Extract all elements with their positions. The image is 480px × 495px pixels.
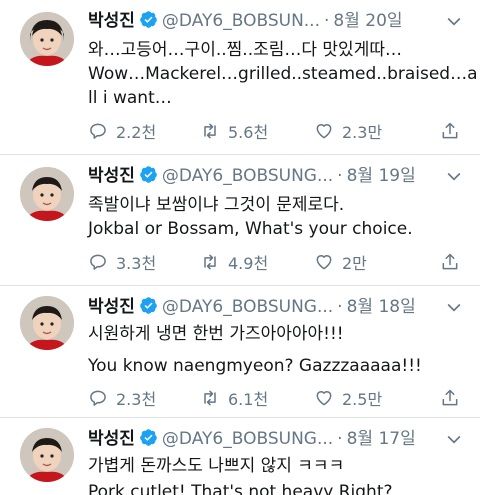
tweet-line: Wow…Mackerel…grilled..steamed..braised…a (88, 64, 478, 84)
display-name[interactable]: 박성진 (88, 429, 135, 449)
chevron-down-icon[interactable] (444, 166, 464, 186)
share-icon (442, 122, 458, 139)
tweet-text: 가볍게 돈까스도 나쁘지 않지 ㅋㅋㅋ Pork cutlet! That's … (88, 454, 462, 495)
tweet-header: 박성진 @DAY6_BOBSUNG... · 8월 17일 (88, 426, 464, 452)
tweet-header: 박성진 @DAY6_BOBSUNG... · 8월 18일 (88, 294, 464, 320)
verified-badge-icon (140, 11, 157, 28)
tweet-line: ll i want… (88, 88, 172, 108)
chevron-down-icon[interactable] (444, 297, 464, 317)
heart-icon (316, 124, 332, 139)
share-button[interactable] (440, 386, 460, 410)
user-handle: @DAY6_BOBSUNG... (161, 166, 334, 186)
tweet-line: Jokbal or Bossam, What's your choice. (88, 219, 413, 239)
separator: · (337, 429, 343, 449)
retweet-button[interactable]: 6.1천 (200, 386, 268, 410)
like-count: 2만 (342, 254, 367, 273)
reply-button[interactable]: 3.3천 (88, 250, 156, 274)
display-name[interactable]: 박성진 (88, 166, 135, 186)
retweet-button[interactable]: 4.9천 (200, 250, 268, 274)
reply-count: 3.3천 (116, 254, 157, 273)
tweet-date[interactable]: 8월 20일 (333, 11, 402, 31)
chevron-down-icon[interactable] (444, 429, 464, 449)
tweet-feed: 박성진 @DAY6_BOBSUN... · 8월 20일 와…고등어…구이..찜..조… (0, 0, 480, 495)
share-button[interactable] (440, 250, 460, 274)
tweet-header: 박성진 @DAY6_BOBSUNG... · 8월 19일 (88, 163, 464, 189)
like-count: 2.5만 (342, 390, 383, 409)
chevron-down-icon[interactable] (444, 11, 464, 31)
tweet[interactable]: 박성진 @DAY6_BOBSUNG... · 8월 17일 가볍게 돈까스도 나쁘지 … (0, 418, 480, 495)
reply-icon (90, 390, 106, 406)
share-icon (442, 389, 458, 406)
tweet-text: 와…고등어…구이..찜..조림…다 맛있게따… Wow…Mackerel…gri… (88, 38, 478, 110)
retweet-icon (204, 254, 216, 270)
share-icon (442, 253, 458, 270)
retweet-icon (204, 123, 216, 139)
like-button[interactable]: 2만 (314, 250, 367, 274)
user-handle: @DAY6_BOBSUNG... (161, 429, 334, 449)
retweet-count: 6.1천 (228, 390, 269, 409)
tweet-header: 박성진 @DAY6_BOBSUN... · 8월 20일 (88, 8, 464, 34)
action-bar: 2.3천 6.1천 2.5만 (88, 386, 464, 410)
avatar[interactable] (20, 12, 74, 66)
action-bar: 2.2천 5.6천 2.3만 (88, 119, 464, 143)
user-handle: @DAY6_BOBSUNG... (161, 297, 334, 317)
like-button[interactable]: 2.5만 (314, 386, 382, 410)
tweet-line: 족발이냐 보쌈이냐 그것이 문제로다. (88, 195, 345, 215)
user-handle: @DAY6_BOBSUN... (161, 11, 320, 31)
verified-badge-icon (140, 429, 157, 446)
tweet-date[interactable]: 8월 19일 (347, 166, 416, 186)
reply-icon (90, 123, 106, 139)
tweet-line: Pork cutlet! That's not heavy Right? (88, 482, 393, 495)
avatar[interactable] (20, 296, 74, 350)
separator: · (337, 166, 343, 186)
heart-icon (316, 391, 332, 406)
reply-count: 2.3천 (116, 390, 157, 409)
tweet-line: 시원하게 냉면 한번 가즈아아아아!!! (88, 324, 344, 344)
tweet-line: 와…고등어…구이..찜..조림…다 맛있게따… (88, 40, 402, 60)
retweet-count: 5.6천 (228, 123, 269, 142)
tweet[interactable]: 박성진 @DAY6_BOBSUNG... · 8월 19일 족발이냐 보쌈이냐 그것이… (0, 155, 480, 286)
verified-badge-icon (140, 166, 157, 183)
separator: · (324, 11, 330, 31)
tweet[interactable]: 박성진 @DAY6_BOBSUN... · 8월 20일 와…고등어…구이..찜..조… (0, 0, 480, 155)
reply-button[interactable]: 2.2천 (88, 119, 156, 143)
display-name[interactable]: 박성진 (88, 297, 135, 317)
tweet-date[interactable]: 8월 18일 (347, 297, 416, 317)
tweet-line: You know naengmyeon? Gazzzaaaaa!!! (88, 356, 422, 376)
like-count: 2.3만 (342, 123, 383, 142)
separator: · (337, 297, 343, 317)
share-button[interactable] (440, 119, 460, 143)
reply-count: 2.2천 (116, 123, 157, 142)
heart-icon (316, 255, 332, 270)
retweet-count: 4.9천 (228, 254, 269, 273)
tweet-text: 시원하게 냉면 한번 가즈아아아아!!! You know naengmyeon… (88, 322, 462, 378)
verified-badge-icon (140, 297, 157, 314)
action-bar: 3.3천 4.9천 2만 (88, 250, 464, 274)
tweet[interactable]: 박성진 @DAY6_BOBSUNG... · 8월 18일 시원하게 냉면 한번 가즈… (0, 286, 480, 418)
avatar[interactable] (20, 428, 74, 482)
like-button[interactable]: 2.3만 (314, 119, 382, 143)
reply-icon (90, 254, 106, 270)
tweet-text: 족발이냐 보쌈이냐 그것이 문제로다. Jokbal or Bossam, Wh… (88, 193, 462, 241)
reply-button[interactable]: 2.3천 (88, 386, 156, 410)
tweet-line: 가볍게 돈까스도 나쁘지 않지 ㅋㅋㅋ (88, 456, 345, 476)
retweet-button[interactable]: 5.6천 (200, 119, 268, 143)
retweet-icon (204, 390, 216, 406)
display-name[interactable]: 박성진 (88, 11, 135, 31)
avatar[interactable] (20, 167, 74, 221)
tweet-date[interactable]: 8월 17일 (347, 429, 416, 449)
